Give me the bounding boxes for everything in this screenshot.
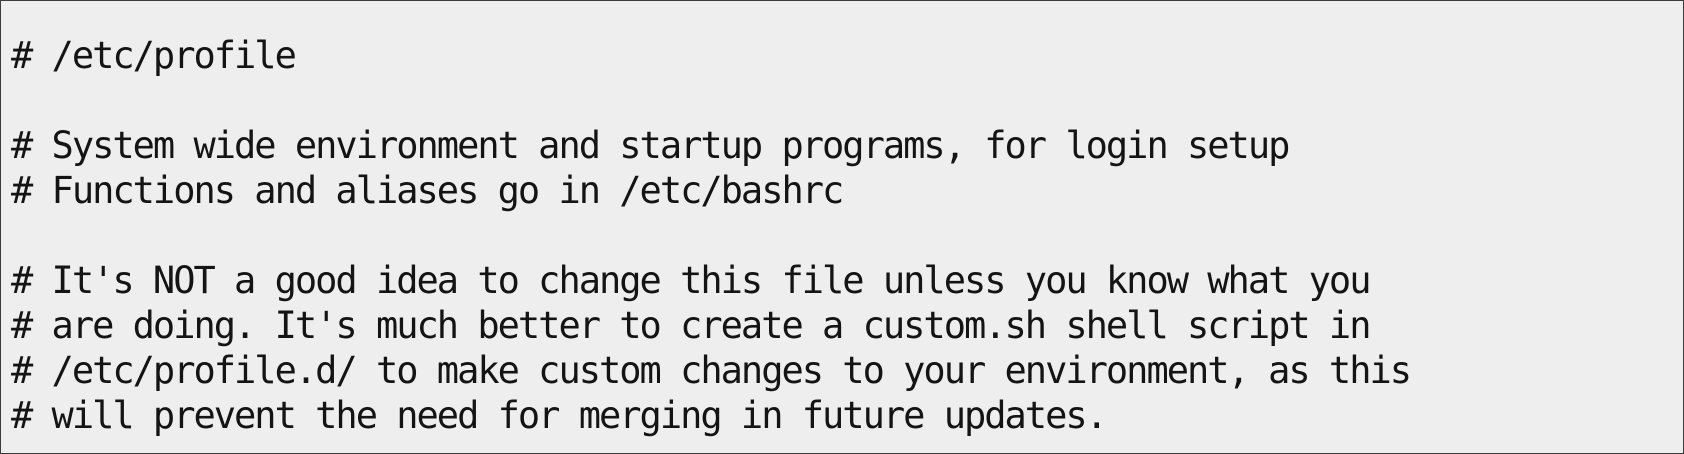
code-line: # are doing. It's much better to create …: [11, 304, 1371, 347]
code-line: # /etc/profile: [11, 34, 297, 77]
code-line: # Functions and aliases go in /etc/bashr…: [11, 169, 844, 212]
code-line: # It's NOT a good idea to change this fi…: [11, 259, 1371, 302]
code-line: # /etc/profile.d/ to make custom changes…: [11, 349, 1412, 392]
code-line: # will prevent the need for merging in f…: [11, 394, 1108, 437]
code-line: # System wide environment and startup pr…: [11, 124, 1290, 167]
code-panel: # /etc/profile # System wide environment…: [0, 0, 1684, 454]
code-lines: # /etc/profile # System wide environment…: [11, 33, 1673, 438]
